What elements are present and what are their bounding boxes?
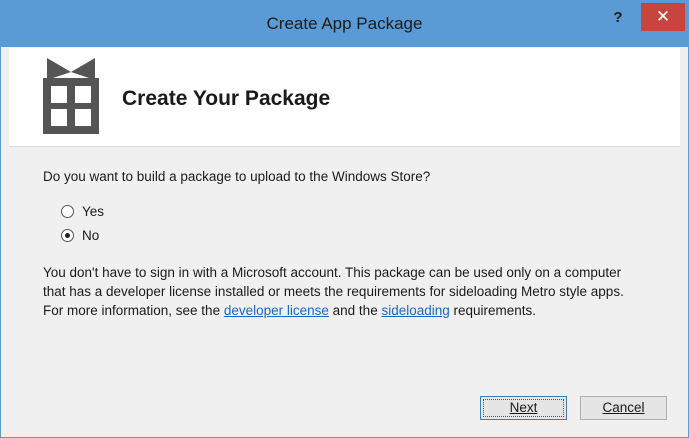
info-line-3: For more information, see the developer … xyxy=(43,301,673,320)
help-button[interactable]: ? xyxy=(599,6,637,34)
info-text: You don't have to sign in with a Microso… xyxy=(43,263,673,320)
radio-no-label: No xyxy=(82,227,100,243)
sideloading-link[interactable]: sideloading xyxy=(381,303,449,318)
info-line-2: that has a developer license installed o… xyxy=(43,284,624,299)
store-question: Do you want to build a package to upload… xyxy=(43,169,431,184)
info-line-3-post: requirements. xyxy=(449,303,537,318)
developer-license-link[interactable]: developer license xyxy=(224,303,329,318)
next-button[interactable]: Next xyxy=(480,396,567,420)
info-line-3-mid: and the xyxy=(328,303,382,318)
gift-package-icon xyxy=(43,58,99,134)
window-title: Create App Package xyxy=(266,14,423,33)
radio-no[interactable] xyxy=(61,228,74,242)
title-bar[interactable]: Create App Package ? ✕ xyxy=(1,1,688,47)
radio-option-no[interactable]: No xyxy=(61,226,99,244)
info-line-1: You don't have to sign in with a Microso… xyxy=(43,265,622,280)
close-button[interactable]: ✕ xyxy=(641,3,685,31)
create-app-package-dialog: Create App Package ? ✕ Create Your Packa… xyxy=(0,0,689,438)
info-line-3-pre: For more information, see the xyxy=(43,303,224,318)
cancel-button[interactable]: Cancel xyxy=(580,396,667,420)
radio-yes-label: Yes xyxy=(82,203,105,219)
content-panel: Do you want to build a package to upload… xyxy=(9,147,680,431)
radio-option-yes[interactable]: Yes xyxy=(61,202,104,220)
radio-yes[interactable] xyxy=(61,204,74,218)
header-panel: Create Your Package xyxy=(9,48,680,146)
page-title: Create Your Package xyxy=(122,87,331,110)
